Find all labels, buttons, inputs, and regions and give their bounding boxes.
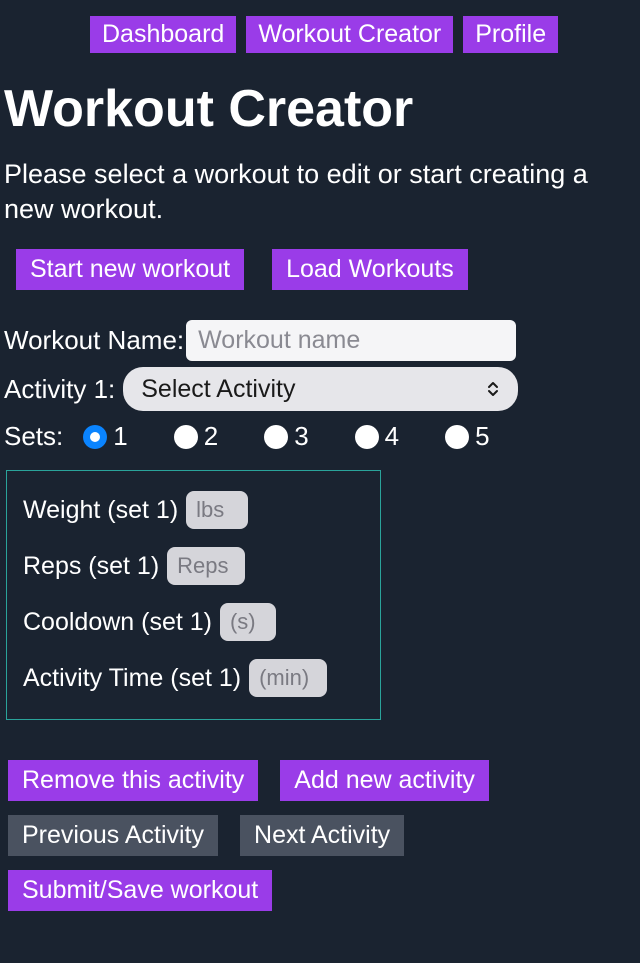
sets-radio-group: 1 2 3 4 5 [83,421,489,452]
radio-icon [174,425,198,449]
sets-radio-label: 4 [385,421,399,452]
remove-activity-button[interactable]: Remove this activity [8,760,258,801]
sets-radio-4[interactable]: 4 [355,421,399,452]
workout-name-label: Workout Name: [4,325,184,356]
activity-time-label: Activity Time (set 1) [23,664,241,693]
sets-radio-2[interactable]: 2 [174,421,218,452]
workout-name-input[interactable] [186,320,516,361]
nav-dashboard[interactable]: Dashboard [90,16,236,53]
sets-radio-label: 1 [113,421,127,452]
radio-icon [83,425,107,449]
set-1-panel: Weight (set 1) Reps (set 1) Cooldown (se… [6,470,381,720]
next-activity-button[interactable]: Next Activity [240,815,404,856]
sets-label: Sets: [4,421,63,452]
sets-radio-3[interactable]: 3 [264,421,308,452]
start-new-workout-button[interactable]: Start new workout [16,249,244,290]
cooldown-input[interactable] [220,603,276,641]
nav-profile[interactable]: Profile [463,16,558,53]
sets-radio-label: 5 [475,421,489,452]
weight-label: Weight (set 1) [23,496,178,525]
activity-label: Activity 1: [4,374,115,405]
page-title: Workout Creator [4,79,640,139]
sets-radio-label: 2 [204,421,218,452]
weight-input[interactable] [186,491,248,529]
activity-time-input[interactable] [249,659,327,697]
add-activity-button[interactable]: Add new activity [280,760,489,801]
cooldown-label: Cooldown (set 1) [23,608,212,637]
sets-radio-5[interactable]: 5 [445,421,489,452]
nav-workout-creator[interactable]: Workout Creator [246,16,453,53]
top-nav: Dashboard Workout Creator Profile [0,0,640,53]
submit-save-button[interactable]: Submit/Save workout [8,870,272,911]
radio-icon [445,425,469,449]
sets-radio-1[interactable]: 1 [83,421,127,452]
radio-icon [355,425,379,449]
activity-select[interactable]: Select Activity [123,367,518,411]
radio-icon [264,425,288,449]
previous-activity-button[interactable]: Previous Activity [8,815,218,856]
reps-input[interactable] [167,547,245,585]
sets-radio-label: 3 [294,421,308,452]
load-workouts-button[interactable]: Load Workouts [272,249,468,290]
reps-label: Reps (set 1) [23,552,159,581]
page-subtitle: Please select a workout to edit or start… [4,157,636,227]
